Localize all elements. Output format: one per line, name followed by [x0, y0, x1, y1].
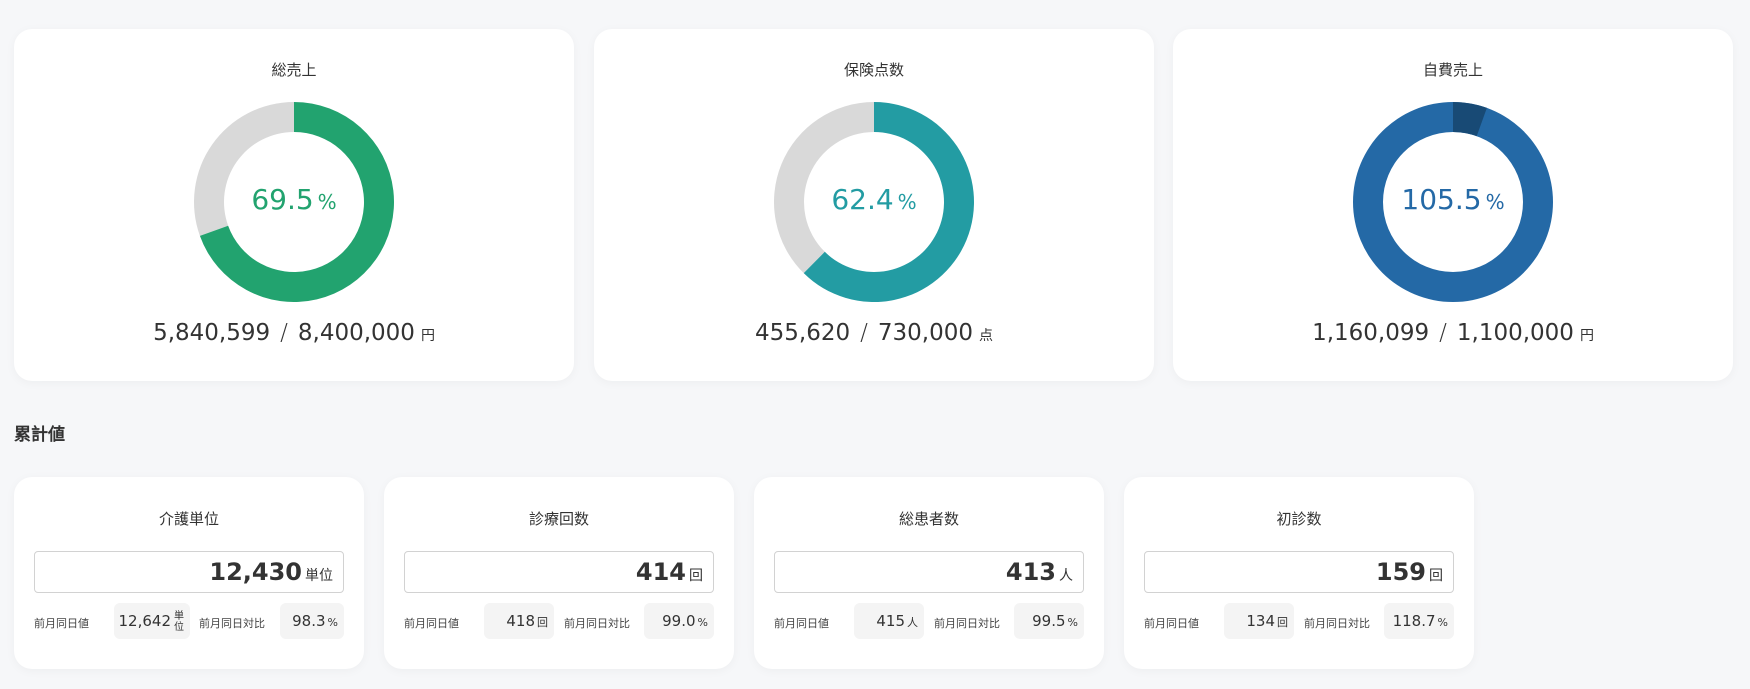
- totals-line: 1,160,099 / 1,100,000 円: [1173, 320, 1733, 346]
- separator: /: [1439, 320, 1447, 346]
- prev-month-value-box: 12,642 単位: [114, 603, 190, 639]
- section-title-cumulative: 累計値: [14, 425, 65, 445]
- self-pay-sales-card: 自費売上 105.5% 1,160,099 / 1,100,000 円: [1173, 29, 1733, 381]
- separator: /: [860, 320, 868, 346]
- prev-month-value: 418: [506, 612, 535, 630]
- percent-readout: 62.4%: [594, 183, 1154, 216]
- ratio-value: 99.5: [1032, 612, 1066, 630]
- prev-month-value: 134: [1246, 612, 1275, 630]
- card-title: 診療回数: [528, 510, 589, 528]
- prev-month-label: 前月同日値: [404, 617, 459, 630]
- prev-month-unit: 単位: [174, 611, 184, 633]
- ratio-unit: %: [1067, 616, 1078, 629]
- total-sales-card: 総売上 69.5% 5,840,599 / 8,400,000 円: [14, 29, 574, 381]
- separator: /: [280, 320, 288, 346]
- care-units-card: 介護単位 12,430 単位 前月同日値 12,642 単位 前月同日対比 98.3…: [14, 477, 364, 669]
- percent-readout: 105.5%: [1173, 183, 1733, 216]
- ratio-value: 98.3: [292, 612, 326, 630]
- prev-month-value-box: 134 回: [1224, 603, 1294, 639]
- main-unit: 回: [689, 568, 703, 584]
- totals-line: 5,840,599 / 8,400,000 円: [14, 320, 574, 346]
- value-box: 414 回: [404, 551, 714, 593]
- actual-value: 5,840,599: [153, 320, 271, 346]
- target-value: 730,000: [877, 320, 973, 346]
- card-title: 総患者数: [898, 510, 959, 528]
- prev-month-label: 前月同日値: [774, 617, 829, 630]
- percent-unit: %: [1485, 190, 1505, 214]
- actual-value: 455,620: [755, 320, 851, 346]
- value-box: 12,430 単位: [34, 551, 344, 593]
- main-unit: 単位: [305, 568, 333, 584]
- prev-month-unit: 回: [1277, 616, 1288, 629]
- value-box: 159 回: [1144, 551, 1454, 593]
- prev-month-value-box: 418 回: [484, 603, 554, 639]
- ratio-label: 前月同日対比: [199, 617, 265, 630]
- ratio-label: 前月同日対比: [564, 617, 630, 630]
- target-value: 8,400,000: [297, 320, 415, 346]
- unit-label: 円: [1579, 328, 1594, 344]
- ratio-unit: %: [1437, 616, 1448, 629]
- main-value: 159: [1375, 558, 1426, 586]
- card-title: 介護単位: [158, 510, 219, 528]
- card-title: 初診数: [1276, 510, 1322, 528]
- value-box: 413 人: [774, 551, 1084, 593]
- main-value: 413: [1005, 558, 1056, 586]
- prev-month-value: 415: [876, 612, 905, 630]
- ratio-unit: %: [697, 616, 708, 629]
- ratio-value-box: 118.7%: [1384, 603, 1454, 639]
- target-value: 1,100,000: [1456, 320, 1574, 346]
- card-title: 総売上: [271, 61, 317, 79]
- main-value: 414: [635, 558, 686, 586]
- card-title: 自費売上: [1422, 61, 1483, 79]
- ratio-label: 前月同日対比: [1304, 617, 1370, 630]
- visit-count-card: 診療回数 414 回 前月同日値 418 回 前月同日対比 99.0%: [384, 477, 734, 669]
- main-value: 12,430: [209, 558, 302, 586]
- card-title: 保険点数: [843, 61, 904, 79]
- ratio-value: 118.7: [1392, 612, 1436, 630]
- percent-value: 105.5: [1401, 183, 1482, 216]
- totals-line: 455,620 / 730,000 点: [594, 320, 1154, 346]
- percent-readout: 69.5%: [14, 183, 574, 216]
- insurance-points-card: 保険点数 62.4% 455,620 / 730,000 点: [594, 29, 1154, 381]
- actual-value: 1,160,099: [1312, 320, 1430, 346]
- unit-label: 点: [979, 328, 993, 344]
- first-visit-card: 初診数 159 回 前月同日値 134 回 前月同日対比 118.7%: [1124, 477, 1474, 669]
- main-unit: 人: [1059, 568, 1073, 584]
- prev-month-value: 12,642: [118, 612, 172, 630]
- ratio-value: 99.0: [662, 612, 696, 630]
- percent-unit: %: [317, 190, 337, 214]
- ratio-unit: %: [327, 616, 338, 629]
- unit-label: 円: [420, 328, 435, 344]
- main-unit: 回: [1429, 568, 1443, 584]
- prev-month-unit-top: 単: [174, 610, 184, 622]
- percent-value: 62.4: [831, 183, 894, 216]
- total-patients-card: 総患者数 413 人 前月同日値 415 人 前月同日対比 99.5%: [754, 477, 1104, 669]
- ratio-label: 前月同日対比: [934, 617, 1000, 630]
- prev-month-label: 前月同日値: [34, 617, 89, 630]
- prev-month-unit: 人: [907, 616, 918, 629]
- prev-month-unit-bottom: 位: [174, 621, 184, 633]
- percent-unit: %: [897, 190, 917, 214]
- prev-month-label: 前月同日値: [1144, 617, 1199, 630]
- prev-month-value-box: 415 人: [854, 603, 924, 639]
- ratio-value-box: 99.0%: [644, 603, 714, 639]
- ratio-value-box: 99.5%: [1014, 603, 1084, 639]
- ratio-value-box: 98.3%: [280, 603, 344, 639]
- prev-month-unit: 回: [537, 616, 548, 629]
- percent-value: 69.5: [251, 183, 314, 216]
